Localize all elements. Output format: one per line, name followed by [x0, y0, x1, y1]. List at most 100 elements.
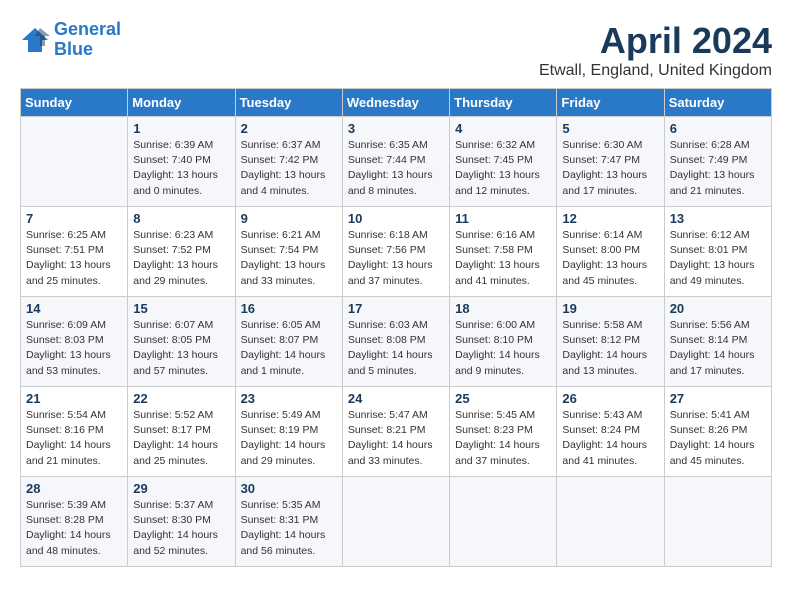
- day-info: Sunrise: 5:39 AMSunset: 8:28 PMDaylight:…: [26, 498, 122, 559]
- day-number: 25: [455, 391, 551, 406]
- day-info: Sunrise: 6:37 AMSunset: 7:42 PMDaylight:…: [241, 138, 337, 199]
- calendar-cell: 15 Sunrise: 6:07 AMSunset: 8:05 PMDayligh…: [128, 297, 235, 387]
- calendar-cell: 1 Sunrise: 6:39 AMSunset: 7:40 PMDaylight…: [128, 117, 235, 207]
- day-info: Sunrise: 6:35 AMSunset: 7:44 PMDaylight:…: [348, 138, 444, 199]
- day-header-friday: Friday: [557, 89, 664, 117]
- day-number: 23: [241, 391, 337, 406]
- calendar-cell: 10 Sunrise: 6:18 AMSunset: 7:56 PMDayligh…: [342, 207, 449, 297]
- day-info: Sunrise: 6:18 AMSunset: 7:56 PMDaylight:…: [348, 228, 444, 289]
- day-info: Sunrise: 5:58 AMSunset: 8:12 PMDaylight:…: [562, 318, 658, 379]
- day-header-thursday: Thursday: [450, 89, 557, 117]
- calendar-week-row: 1 Sunrise: 6:39 AMSunset: 7:40 PMDaylight…: [21, 117, 772, 207]
- day-info: Sunrise: 6:39 AMSunset: 7:40 PMDaylight:…: [133, 138, 229, 199]
- day-info: Sunrise: 6:05 AMSunset: 8:07 PMDaylight:…: [241, 318, 337, 379]
- calendar-cell: 26 Sunrise: 5:43 AMSunset: 8:24 PMDayligh…: [557, 387, 664, 477]
- calendar-cell: 30 Sunrise: 5:35 AMSunset: 8:31 PMDayligh…: [235, 477, 342, 567]
- day-number: 12: [562, 211, 658, 226]
- day-info: Sunrise: 6:14 AMSunset: 8:00 PMDaylight:…: [562, 228, 658, 289]
- calendar-cell: 9 Sunrise: 6:21 AMSunset: 7:54 PMDaylight…: [235, 207, 342, 297]
- month-title: April 2024: [539, 20, 772, 62]
- day-number: 17: [348, 301, 444, 316]
- day-info: Sunrise: 6:03 AMSunset: 8:08 PMDaylight:…: [348, 318, 444, 379]
- day-number: 30: [241, 481, 337, 496]
- day-info: Sunrise: 6:00 AMSunset: 8:10 PMDaylight:…: [455, 318, 551, 379]
- calendar-cell: [450, 477, 557, 567]
- day-number: 15: [133, 301, 229, 316]
- header: General Blue April 2024 Etwall, England,…: [20, 20, 772, 80]
- calendar-body: 1 Sunrise: 6:39 AMSunset: 7:40 PMDaylight…: [21, 117, 772, 567]
- calendar-cell: [557, 477, 664, 567]
- day-number: 22: [133, 391, 229, 406]
- day-number: 21: [26, 391, 122, 406]
- logo: General Blue: [20, 20, 121, 60]
- day-info: Sunrise: 5:47 AMSunset: 8:21 PMDaylight:…: [348, 408, 444, 469]
- day-header-tuesday: Tuesday: [235, 89, 342, 117]
- day-info: Sunrise: 5:35 AMSunset: 8:31 PMDaylight:…: [241, 498, 337, 559]
- day-info: Sunrise: 6:07 AMSunset: 8:05 PMDaylight:…: [133, 318, 229, 379]
- day-info: Sunrise: 6:28 AMSunset: 7:49 PMDaylight:…: [670, 138, 766, 199]
- calendar-week-row: 28Sunrise: 5:39 AMSunset: 8:28 PMDayligh…: [21, 477, 772, 567]
- calendar-cell: 27Sunrise: 5:41 AMSunset: 8:26 PMDayligh…: [664, 387, 771, 477]
- calendar-header-row: SundayMondayTuesdayWednesdayThursdayFrid…: [21, 89, 772, 117]
- day-info: Sunrise: 6:25 AMSunset: 7:51 PMDaylight:…: [26, 228, 122, 289]
- day-number: 19: [562, 301, 658, 316]
- day-info: Sunrise: 5:43 AMSunset: 8:24 PMDaylight:…: [562, 408, 658, 469]
- location-title: Etwall, England, United Kingdom: [539, 62, 772, 80]
- day-info: Sunrise: 5:54 AMSunset: 8:16 PMDaylight:…: [26, 408, 122, 469]
- day-number: 1: [133, 121, 229, 136]
- calendar-cell: 2 Sunrise: 6:37 AMSunset: 7:42 PMDaylight…: [235, 117, 342, 207]
- day-number: 8: [133, 211, 229, 226]
- day-number: 2: [241, 121, 337, 136]
- day-number: 24: [348, 391, 444, 406]
- day-info: Sunrise: 5:37 AMSunset: 8:30 PMDaylight:…: [133, 498, 229, 559]
- calendar-cell: 23 Sunrise: 5:49 AMSunset: 8:19 PMDayligh…: [235, 387, 342, 477]
- calendar-cell: 6 Sunrise: 6:28 AMSunset: 7:49 PMDaylight…: [664, 117, 771, 207]
- day-number: 3: [348, 121, 444, 136]
- day-info: Sunrise: 5:41 AMSunset: 8:26 PMDaylight:…: [670, 408, 766, 469]
- day-number: 6: [670, 121, 766, 136]
- day-number: 9: [241, 211, 337, 226]
- calendar-table: SundayMondayTuesdayWednesdayThursdayFrid…: [20, 88, 772, 567]
- calendar-cell: 16 Sunrise: 6:05 AMSunset: 8:07 PMDayligh…: [235, 297, 342, 387]
- day-info: Sunrise: 5:45 AMSunset: 8:23 PMDaylight:…: [455, 408, 551, 469]
- day-info: Sunrise: 5:49 AMSunset: 8:19 PMDaylight:…: [241, 408, 337, 469]
- day-header-sunday: Sunday: [21, 89, 128, 117]
- calendar-cell: 4 Sunrise: 6:32 AMSunset: 7:45 PMDaylight…: [450, 117, 557, 207]
- calendar-cell: [342, 477, 449, 567]
- calendar-cell: 5 Sunrise: 6:30 AMSunset: 7:47 PMDaylight…: [557, 117, 664, 207]
- day-info: Sunrise: 6:09 AMSunset: 8:03 PMDaylight:…: [26, 318, 122, 379]
- calendar-cell: 13Sunrise: 6:12 AMSunset: 8:01 PMDayligh…: [664, 207, 771, 297]
- calendar-cell: 12 Sunrise: 6:14 AMSunset: 8:00 PMDayligh…: [557, 207, 664, 297]
- day-number: 18: [455, 301, 551, 316]
- calendar-week-row: 14 Sunrise: 6:09 AMSunset: 8:03 PMDayligh…: [21, 297, 772, 387]
- day-number: 4: [455, 121, 551, 136]
- day-header-wednesday: Wednesday: [342, 89, 449, 117]
- day-info: Sunrise: 6:16 AMSunset: 7:58 PMDaylight:…: [455, 228, 551, 289]
- calendar-cell: 3 Sunrise: 6:35 AMSunset: 7:44 PMDaylight…: [342, 117, 449, 207]
- day-header-saturday: Saturday: [664, 89, 771, 117]
- calendar-cell: 18 Sunrise: 6:00 AMSunset: 8:10 PMDayligh…: [450, 297, 557, 387]
- calendar-week-row: 7Sunrise: 6:25 AMSunset: 7:51 PMDaylight…: [21, 207, 772, 297]
- day-number: 20: [670, 301, 766, 316]
- day-number: 26: [562, 391, 658, 406]
- day-info: Sunrise: 5:52 AMSunset: 8:17 PMDaylight:…: [133, 408, 229, 469]
- calendar-cell: 22 Sunrise: 5:52 AMSunset: 8:17 PMDayligh…: [128, 387, 235, 477]
- calendar-week-row: 21 Sunrise: 5:54 AMSunset: 8:16 PMDayligh…: [21, 387, 772, 477]
- day-number: 14: [26, 301, 122, 316]
- day-number: 29: [133, 481, 229, 496]
- day-info: Sunrise: 6:21 AMSunset: 7:54 PMDaylight:…: [241, 228, 337, 289]
- day-number: 10: [348, 211, 444, 226]
- day-info: Sunrise: 5:56 AMSunset: 8:14 PMDaylight:…: [670, 318, 766, 379]
- calendar-cell: 28Sunrise: 5:39 AMSunset: 8:28 PMDayligh…: [21, 477, 128, 567]
- day-info: Sunrise: 6:30 AMSunset: 7:47 PMDaylight:…: [562, 138, 658, 199]
- day-info: Sunrise: 6:32 AMSunset: 7:45 PMDaylight:…: [455, 138, 551, 199]
- calendar-cell: 29 Sunrise: 5:37 AMSunset: 8:30 PMDayligh…: [128, 477, 235, 567]
- calendar-cell: [664, 477, 771, 567]
- logo-icon: [20, 26, 50, 54]
- day-number: 11: [455, 211, 551, 226]
- calendar-cell: 14 Sunrise: 6:09 AMSunset: 8:03 PMDayligh…: [21, 297, 128, 387]
- calendar-cell: 7Sunrise: 6:25 AMSunset: 7:51 PMDaylight…: [21, 207, 128, 297]
- day-number: 16: [241, 301, 337, 316]
- day-number: 5: [562, 121, 658, 136]
- calendar-cell: 25 Sunrise: 5:45 AMSunset: 8:23 PMDayligh…: [450, 387, 557, 477]
